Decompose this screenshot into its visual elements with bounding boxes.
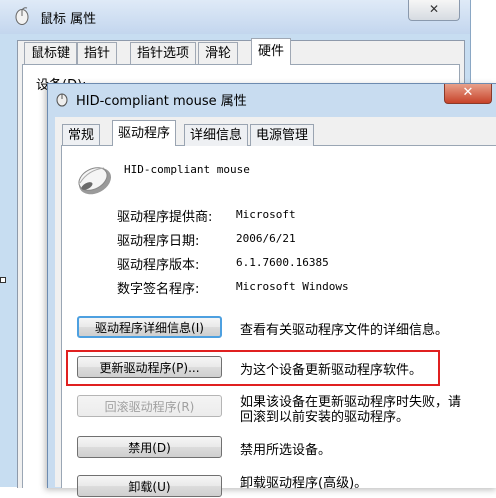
driver-version-value: 6.1.7600.16385 [236, 256, 329, 269]
device-name: HID-compliant mouse [124, 163, 250, 176]
driver-date-value: 2006/6/21 [236, 232, 296, 245]
disable-button[interactable]: 禁用(D) [77, 436, 222, 458]
tab-details[interactable]: 详细信息 [184, 124, 249, 146]
driver-version-label: 驱动程序版本: [117, 258, 200, 273]
disable-description: 禁用所选设备。 [240, 443, 332, 458]
mouse-device-icon [78, 167, 112, 195]
mouse-title-icon [56, 93, 68, 107]
roll-back-driver-button[interactable]: 回滚驱动程序(R) [77, 395, 222, 417]
dialog-close-button[interactable]: ✕ [444, 84, 492, 104]
tab-wheel[interactable]: 滑轮 [198, 42, 239, 65]
background-close-button[interactable]: ✕ [408, 0, 460, 21]
tab-pointers[interactable]: 指针 [77, 42, 118, 65]
tab-driver[interactable]: 驱动程序 [112, 120, 177, 146]
uninstall-button[interactable]: 卸载(U) [77, 475, 222, 497]
driver-date-label: 驱动程序日期: [117, 234, 200, 249]
dialog-title: HID-compliant mouse 属性 [76, 94, 247, 109]
tab-hardware[interactable]: 硬件 [251, 38, 292, 65]
tab-general[interactable]: 常规 [62, 124, 101, 146]
tab-power-management[interactable]: 电源管理 [250, 124, 315, 146]
tab-mouse-buttons[interactable]: 鼠标键 [24, 42, 78, 65]
driver-details-description: 查看有关驱动程序文件的详细信息。 [240, 323, 449, 338]
tab-pointer-options[interactable]: 指针选项 [130, 42, 197, 65]
driver-provider-label: 驱动程序提供商: [117, 210, 213, 225]
update-driver-highlight-box [66, 350, 440, 386]
resize-handle[interactable] [0, 277, 6, 283]
digital-signer-value: Microsoft Windows [236, 280, 349, 293]
roll-back-description-line2: 回滚到以前安装的驱动程序。 [240, 410, 410, 425]
background-window-title: 鼠标 属性 [40, 12, 97, 27]
mouse-app-icon [15, 7, 29, 25]
driver-provider-value: Microsoft [236, 208, 296, 221]
uninstall-description: 卸载驱动程序(高级)。 [240, 476, 368, 491]
driver-details-button[interactable]: 驱动程序详细信息(I) [77, 316, 222, 338]
digital-signer-label: 数字签名程序: [117, 282, 200, 297]
